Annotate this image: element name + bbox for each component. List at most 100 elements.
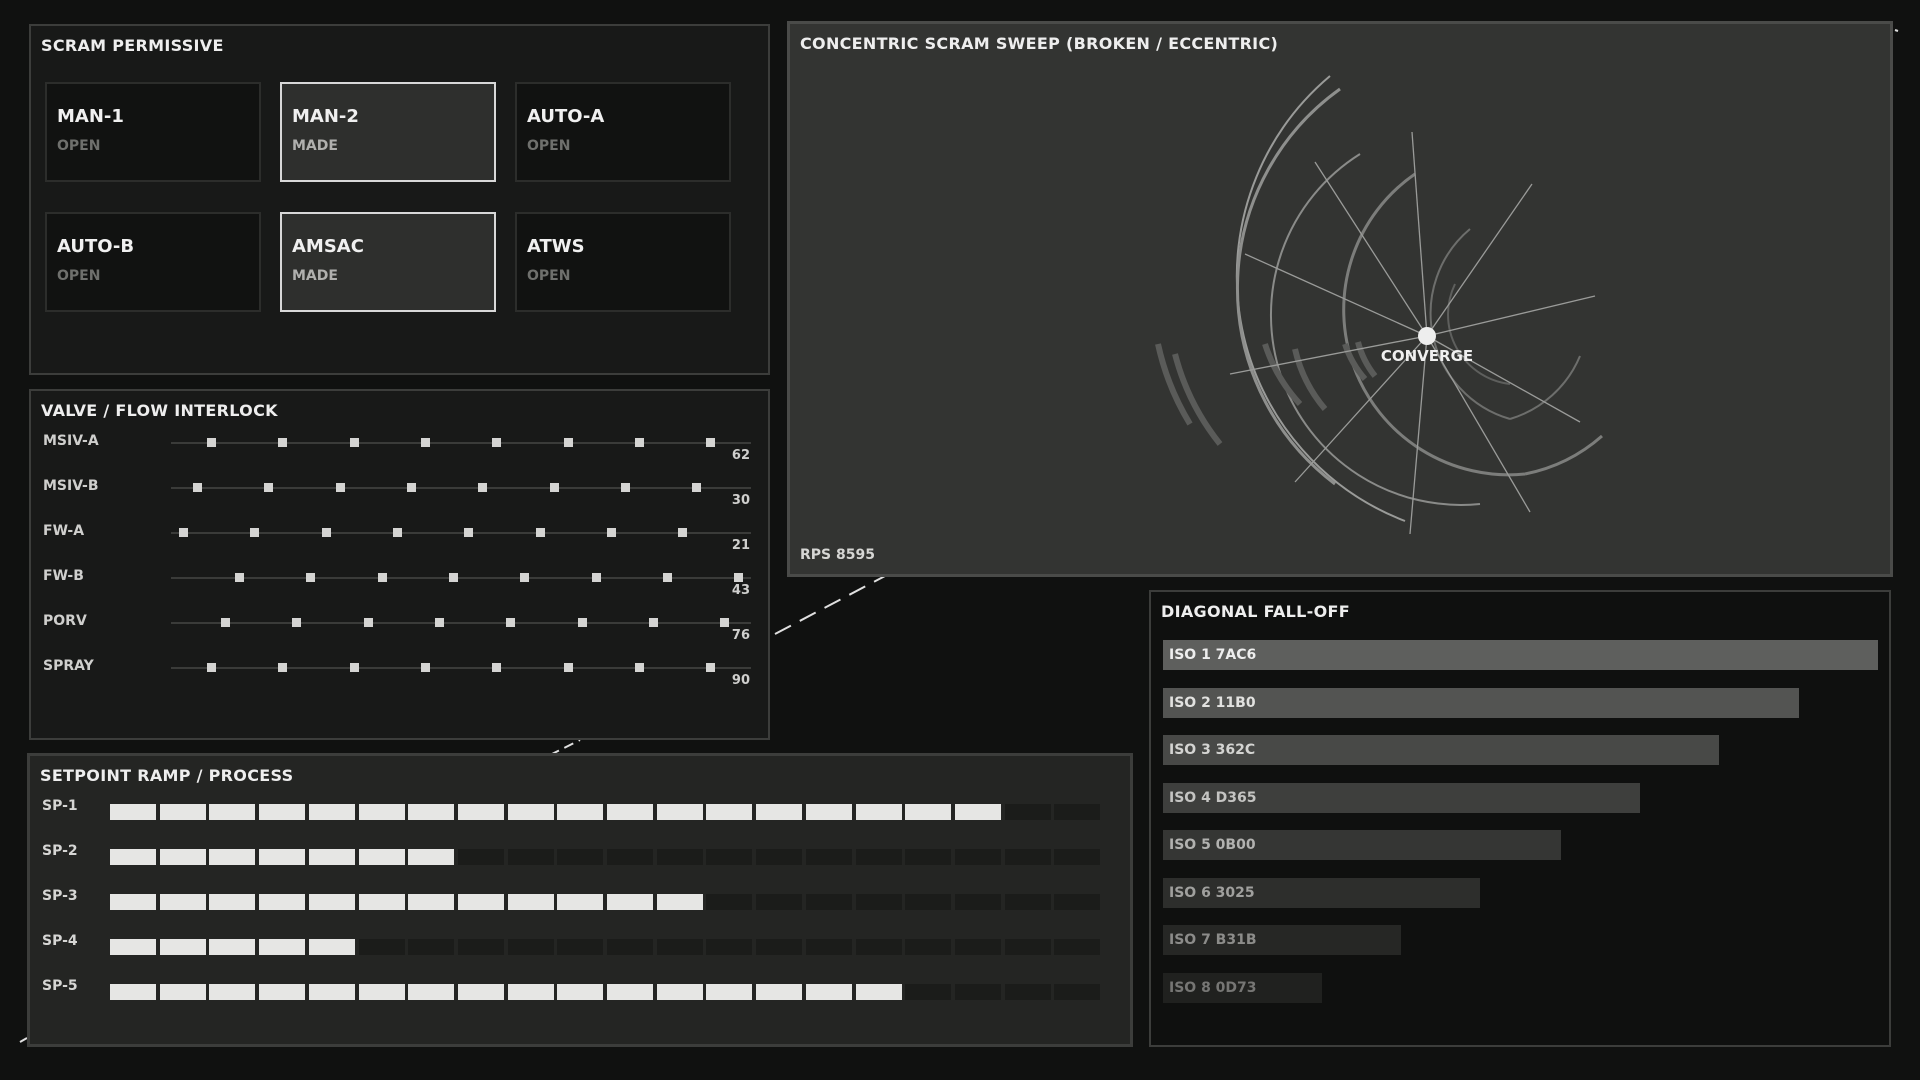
setpoint-segment xyxy=(954,804,1001,820)
valve-track xyxy=(171,528,751,537)
falloff-bar: ISO 4 D365 xyxy=(1163,782,1640,813)
setpoint-segment xyxy=(557,849,604,865)
valve-marker xyxy=(478,483,488,492)
valve-row: PORV 76 xyxy=(31,613,768,653)
setpoint-segment xyxy=(954,939,1001,955)
setpoint-segment xyxy=(209,984,256,1000)
valve-flow-interlock-title: VALVE / FLOW INTERLOCK xyxy=(41,401,278,420)
permissive-tile-auto-b[interactable]: AUTO-B OPEN xyxy=(45,212,261,312)
setpoint-segment xyxy=(656,804,703,820)
falloff-bar-label: ISO 2 11B0 xyxy=(1169,694,1256,711)
setpoint-segment xyxy=(954,984,1001,1000)
permissive-tile-atws[interactable]: ATWS OPEN xyxy=(515,212,731,312)
setpoint-segment xyxy=(1004,894,1051,910)
falloff-bar-label: ISO 1 7AC6 xyxy=(1169,647,1257,663)
permissive-state: MADE xyxy=(292,138,338,154)
valve-marker xyxy=(448,573,458,582)
setpoint-segment xyxy=(159,939,206,955)
falloff-bar-label: ISO 7 B31B xyxy=(1169,932,1257,948)
setpoint-segment xyxy=(1054,984,1101,1000)
setpoint-segment xyxy=(805,894,852,910)
setpoint-row: SP-5 xyxy=(30,978,1130,1008)
permissive-tile-man-2[interactable]: MAN-2 MADE xyxy=(280,82,496,182)
valve-marker xyxy=(591,573,601,582)
valve-marker xyxy=(606,528,616,537)
diagonal-falloff-title: DIAGONAL FALL-OFF xyxy=(1161,602,1350,621)
setpoint-segment xyxy=(805,984,852,1000)
valve-row: MSIV-B 30 xyxy=(31,478,768,518)
permissive-tile-auto-a[interactable]: AUTO-A OPEN xyxy=(515,82,731,182)
valve-marker xyxy=(464,528,474,537)
valve-label: FW-A xyxy=(43,523,85,539)
scram-sweep-panel: CONCENTRIC SCRAM SWEEP (BROKEN / ECCENTR… xyxy=(787,21,1893,577)
setpoint-label: SP-3 xyxy=(42,888,78,904)
setpoint-row: SP-4 xyxy=(30,933,1130,963)
setpoint-segment xyxy=(110,894,156,910)
permissive-tile-amsac[interactable]: AMSAC MADE xyxy=(280,212,496,312)
valve-marker xyxy=(492,663,502,672)
permissive-name: MAN-2 xyxy=(292,106,359,127)
valve-marker xyxy=(662,573,672,582)
setpoint-segment xyxy=(507,894,554,910)
diagonal-falloff-panel: DIAGONAL FALL-OFF ISO 1 7AC6 ISO 2 11B0 IS… xyxy=(1149,590,1891,1047)
setpoint-segment xyxy=(209,849,256,865)
sweep-arc-inner-2 xyxy=(1509,355,1581,420)
setpoint-segment xyxy=(408,984,455,1000)
setpoint-segment xyxy=(706,804,753,820)
valve-marker xyxy=(706,438,716,447)
setpoint-segment xyxy=(408,804,455,820)
setpoint-segment xyxy=(1004,984,1051,1000)
setpoint-segment xyxy=(209,894,256,910)
setpoint-segment xyxy=(308,804,355,820)
valve-marker xyxy=(406,483,416,492)
setpoint-segment xyxy=(557,894,604,910)
setpoint-segment xyxy=(905,894,952,910)
scram-permissive-title: SCRAM PERMISSIVE xyxy=(41,36,224,55)
setpoint-segment xyxy=(110,849,156,865)
sweep-arc-thick-2 xyxy=(1172,353,1223,446)
converge-point-icon xyxy=(1418,327,1436,345)
setpoint-segment xyxy=(259,939,306,955)
setpoint-segment xyxy=(308,939,355,955)
valve-value: 21 xyxy=(731,538,750,553)
sweep-arc-outer-2 xyxy=(1235,87,1341,486)
setpoint-segment xyxy=(905,804,952,820)
setpoint-segment xyxy=(308,849,355,865)
valve-marker xyxy=(193,483,202,492)
setpoint-segment xyxy=(855,804,902,820)
setpoint-segment xyxy=(1054,804,1101,820)
valve-track xyxy=(171,663,751,672)
valve-marker xyxy=(207,438,216,447)
valve-marker xyxy=(563,438,573,447)
setpoint-segment xyxy=(507,849,554,865)
valve-marker xyxy=(492,438,502,447)
valve-marker xyxy=(648,618,658,627)
valve-marker xyxy=(634,438,644,447)
permissive-tile-man-1[interactable]: MAN-1 OPEN xyxy=(45,82,261,182)
rps-status: RPS 8595 xyxy=(800,547,875,563)
setpoint-segment xyxy=(607,804,653,820)
setpoint-row: SP-3 xyxy=(30,888,1130,918)
valve-marker xyxy=(620,483,630,492)
setpoint-segment xyxy=(457,939,504,955)
setpoint-segment xyxy=(1054,939,1101,955)
valve-marker xyxy=(335,483,345,492)
setpoint-segment xyxy=(706,939,753,955)
sweep-graphic: CONVERGE xyxy=(1155,75,1603,535)
setpoint-segment xyxy=(905,849,952,865)
falloff-bar: ISO 2 11B0 xyxy=(1163,687,1799,718)
setpoint-segment xyxy=(408,894,455,910)
converge-label: CONVERGE xyxy=(1381,347,1473,365)
permissive-state: OPEN xyxy=(527,138,571,154)
valve-marker xyxy=(563,663,573,672)
setpoint-segment xyxy=(855,939,902,955)
setpoint-segment xyxy=(110,984,156,1000)
valve-value: 30 xyxy=(731,493,750,508)
setpoint-segment xyxy=(159,849,206,865)
valve-value: 76 xyxy=(731,628,750,643)
valve-marker xyxy=(377,573,387,582)
setpoint-segment xyxy=(954,849,1001,865)
valve-marker xyxy=(549,483,559,492)
falloff-bar-label: ISO 3 362C xyxy=(1169,742,1256,758)
valve-marker xyxy=(363,618,373,627)
